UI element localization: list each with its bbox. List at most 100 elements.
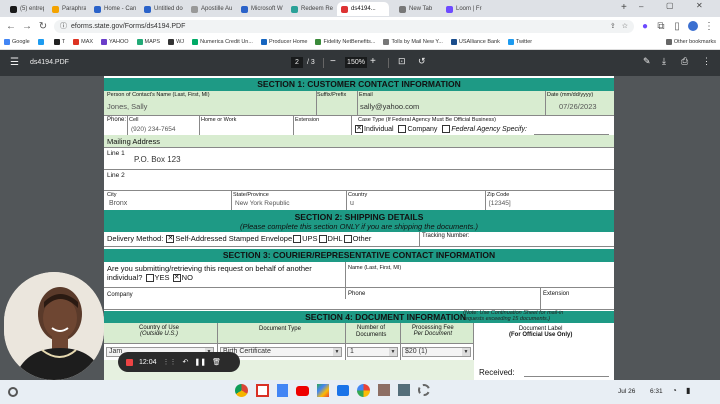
photos-icon[interactable]	[357, 384, 370, 397]
page-number-input[interactable]: 2	[291, 57, 303, 68]
presenter-video-icon	[4, 272, 104, 380]
app-icon[interactable]	[378, 384, 390, 396]
cell-label: Cell	[129, 117, 139, 123]
behalf-no-checkbox[interactable]: ✕	[172, 274, 181, 283]
other-checkbox[interactable]	[343, 235, 352, 244]
sidebar-icon[interactable]: ▯	[672, 21, 682, 32]
dhl-checkbox[interactable]	[318, 235, 327, 244]
extensions-puzzle-icon[interactable]: ⧉	[656, 21, 666, 32]
bookmark-item[interactable]: Google	[4, 39, 30, 45]
zoom-level-input[interactable]: 150%	[345, 57, 367, 68]
minimize-window-button[interactable]: –	[639, 2, 643, 11]
contact-name-field[interactable]: Jones, Sally	[107, 102, 147, 111]
new-tab-button[interactable]: +	[621, 2, 627, 13]
taskbar-date[interactable]: Jul 26	[618, 388, 635, 395]
behalf-yes-checkbox[interactable]	[145, 274, 154, 283]
docs-icon[interactable]	[277, 384, 288, 397]
taskbar: Jul 26 6:31 ◔ ▮	[0, 380, 720, 404]
bookmark-item[interactable]: MAPS	[136, 39, 160, 45]
settings-icon[interactable]	[418, 384, 430, 396]
browser-tab[interactable]: Apostille Au	[187, 2, 233, 16]
zoom-out-icon[interactable]: −	[330, 56, 336, 67]
back-icon[interactable]: ←	[6, 21, 16, 32]
browser-tab[interactable]: Home - Canv	[90, 2, 136, 16]
chrome-icon[interactable]	[235, 384, 248, 397]
bookmark-item[interactable]: WJ	[168, 39, 184, 45]
stop-recording-icon[interactable]	[126, 358, 133, 366]
undo-icon[interactable]: ↶	[183, 358, 189, 366]
bookmark-item[interactable]: Twitter	[507, 39, 532, 45]
bookmark-item[interactable]	[37, 39, 46, 45]
site-info-icon[interactable]: ⓘ	[60, 21, 67, 31]
play-store-icon[interactable]	[317, 384, 329, 397]
fit-page-icon[interactable]: ⊡	[398, 56, 406, 67]
download-icon[interactable]: ⤓	[662, 56, 666, 67]
zoom-in-icon[interactable]: +	[370, 56, 376, 67]
launcher-icon[interactable]	[8, 387, 18, 397]
sase-checkbox[interactable]: ✕	[166, 235, 175, 244]
reload-icon[interactable]: ↻	[38, 21, 48, 32]
email-field[interactable]: sally@yahoo.com	[360, 102, 419, 111]
forward-icon[interactable]: →	[22, 21, 32, 32]
bookmark-item[interactable]: MAX	[73, 39, 93, 45]
company-checkbox[interactable]	[398, 125, 407, 133]
annotate-pen-icon[interactable]: ✎	[643, 56, 651, 67]
browser-tab[interactable]: (5) entrepre	[6, 2, 44, 16]
browser-tab[interactable]: Loom | Free	[442, 2, 482, 16]
menu-icon[interactable]: ☰	[10, 57, 19, 68]
app-icon[interactable]	[398, 384, 410, 396]
more-options-icon[interactable]: ⋮	[702, 56, 711, 67]
pdf-viewer[interactable]: SECTION 1: CUSTOMER CONTACT INFORMATION …	[0, 76, 720, 380]
divider	[346, 190, 347, 210]
extension-icon[interactable]: ●	[640, 21, 650, 32]
ups-checkbox[interactable]	[293, 235, 302, 244]
state-label: State/Province	[233, 192, 269, 198]
processing-fee-select[interactable]: $20 (1) ▼	[402, 347, 471, 357]
pause-icon[interactable]: ❚❚	[194, 358, 206, 366]
bookmark-item[interactable]: Tolls by Mail New Y...	[383, 39, 443, 45]
browser-tab[interactable]: Microsoft W	[237, 2, 283, 16]
line1-field[interactable]: P.O. Box 123	[134, 155, 181, 164]
bookmark-item[interactable]: USAlliance Bank	[450, 39, 500, 45]
other-bookmarks-folder[interactable]: Other bookmarks	[665, 39, 716, 45]
browser-tab[interactable]: ds4194...	[337, 2, 389, 16]
address-bar[interactable]: ⓘ eforms.state.gov/Forms/ds4194.PDF ⇪ ☆	[54, 19, 634, 33]
bookmark-item[interactable]: Producer Home	[260, 39, 307, 45]
rotate-icon[interactable]: ↺	[418, 56, 426, 67]
zip-field[interactable]: [12345]	[489, 200, 511, 207]
drag-handle-icon[interactable]: ⋮⋮	[163, 358, 177, 366]
bookmark-item[interactable]: Fidelity NetBenefits...	[315, 39, 375, 45]
taskbar-time[interactable]: 6:31	[650, 388, 663, 395]
wifi-icon[interactable]: ◔	[672, 386, 677, 395]
print-icon[interactable]: ⎙	[681, 56, 688, 67]
bookmark-item[interactable]: T	[53, 39, 65, 45]
city-field[interactable]: Bronx	[109, 200, 127, 207]
bookmark-star-icon[interactable]: ☆	[622, 22, 628, 30]
gmail-icon[interactable]	[256, 384, 269, 397]
webcam-bubble[interactable]	[4, 272, 104, 380]
files-icon[interactable]	[337, 385, 349, 396]
individual-checkbox[interactable]: ✕	[355, 125, 363, 133]
delete-icon[interactable]: 🗑	[212, 358, 221, 366]
bookmark-label: Fidelity NetBenefits...	[323, 39, 376, 45]
section2-subtitle: (Please complete this section ONLY if yo…	[239, 222, 479, 231]
profile-avatar[interactable]	[688, 21, 698, 31]
maximize-window-button[interactable]: ▢	[666, 1, 674, 10]
bookmark-item[interactable]: YAHOO	[101, 39, 129, 45]
browser-tab[interactable]: Untitled doc	[140, 2, 183, 16]
cell-field[interactable]: (920) 234-7654	[131, 126, 175, 133]
browser-tab[interactable]: Paraphrase	[48, 2, 86, 16]
bookmark-item[interactable]: Numerica Credit Un...	[192, 39, 253, 45]
federal-agency-checkbox[interactable]	[442, 125, 451, 133]
state-field[interactable]: New York Republic	[235, 200, 290, 207]
country-field[interactable]: u	[350, 200, 354, 207]
browser-tab[interactable]: New Tab	[395, 2, 437, 16]
youtube-icon[interactable]	[296, 386, 309, 396]
close-window-button[interactable]: ✕	[696, 1, 703, 10]
battery-icon[interactable]: ▮	[686, 386, 690, 395]
num-documents-select[interactable]: 1 ▼	[347, 347, 398, 357]
browser-tab[interactable]: Redeem Rew	[287, 2, 333, 16]
browser-menu-icon[interactable]: ⋮	[704, 21, 714, 32]
date-field[interactable]: 07/26/2023	[559, 102, 597, 111]
share-icon[interactable]: ⇪	[610, 22, 616, 30]
